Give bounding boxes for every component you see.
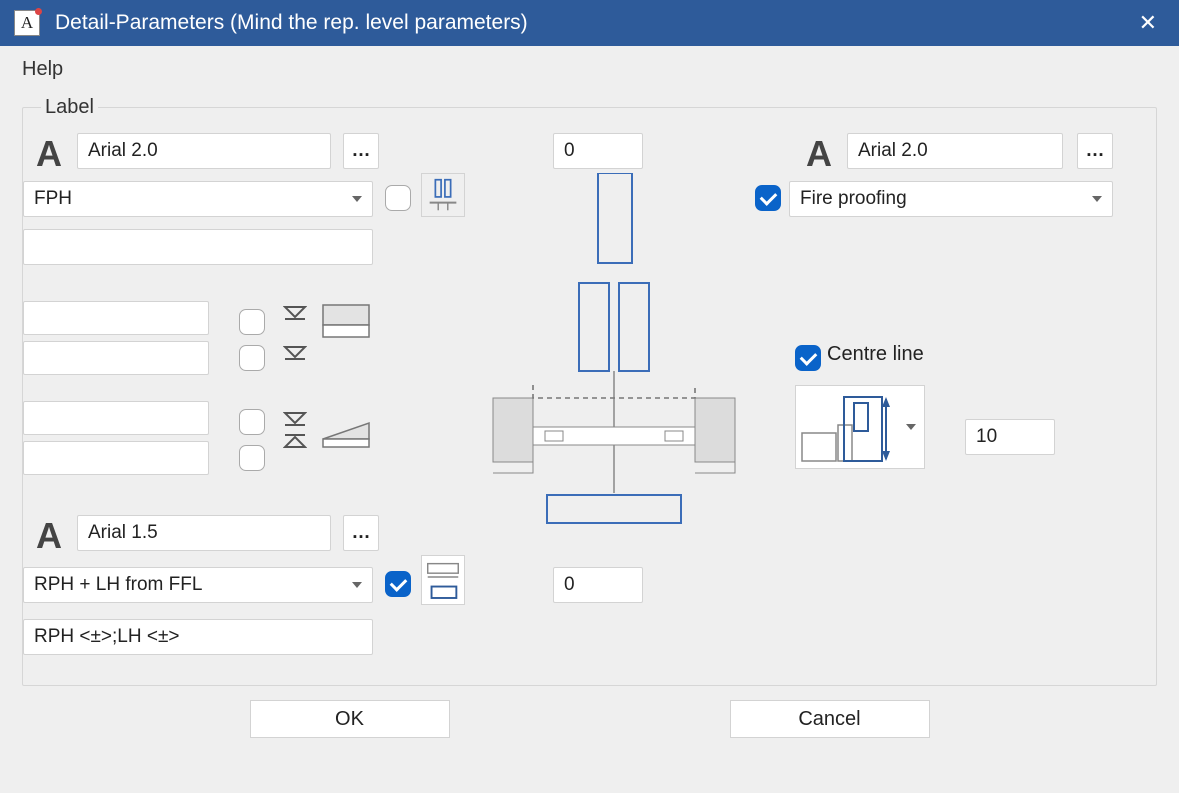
- font-icon-a-1: A: [29, 133, 69, 175]
- dropdown-fph[interactable]: FPH: [23, 181, 373, 217]
- font-input-1[interactable]: [77, 133, 331, 169]
- menu-bar: Help: [0, 46, 1179, 92]
- label-group: Label A … FPH: [22, 96, 1157, 686]
- center-diagram: [483, 173, 743, 593]
- font-picker-button-3[interactable]: …: [1077, 133, 1113, 169]
- checkbox-fireproofing[interactable]: [755, 185, 781, 211]
- triangle-icon-2: [283, 345, 307, 372]
- close-icon[interactable]: ✕: [1131, 6, 1165, 40]
- cancel-button[interactable]: Cancel: [730, 700, 930, 738]
- chevron-down-icon: [906, 424, 916, 430]
- ok-button[interactable]: OK: [250, 700, 450, 738]
- dropdown-fireproofing[interactable]: Fire proofing: [789, 181, 1113, 217]
- checkbox-row-1[interactable]: [239, 309, 265, 335]
- section-picker[interactable]: [795, 385, 925, 469]
- value-input-3[interactable]: [23, 401, 209, 435]
- font-picker-button-2[interactable]: …: [343, 515, 379, 551]
- value-input-1[interactable]: [23, 301, 209, 335]
- font-input-2[interactable]: [77, 515, 331, 551]
- centre-line-label: Centre line: [827, 343, 924, 366]
- center-top-value[interactable]: [553, 133, 643, 169]
- checkbox-row-2[interactable]: [239, 345, 265, 371]
- title-bar: A Detail-Parameters (Mind the rep. level…: [0, 0, 1179, 46]
- columns-icon[interactable]: [421, 173, 465, 217]
- font-picker-button-1[interactable]: …: [343, 133, 379, 169]
- font-input-3[interactable]: [847, 133, 1063, 169]
- value-input-2[interactable]: [23, 341, 209, 375]
- menu-help[interactable]: Help: [22, 58, 63, 81]
- font-icon-a-3: A: [799, 133, 839, 175]
- checkbox-fph[interactable]: [385, 185, 411, 211]
- section-picker-icon: [796, 387, 896, 467]
- format-input[interactable]: [23, 619, 373, 655]
- chevron-down-icon: [352, 582, 362, 588]
- chevron-down-icon: [1092, 196, 1102, 202]
- ramp-icon: [319, 413, 377, 456]
- value-input-4[interactable]: [23, 441, 209, 475]
- dropdown-fph-value: FPH: [34, 188, 72, 210]
- chevron-down-icon: [352, 196, 362, 202]
- plan-icon[interactable]: [421, 555, 465, 605]
- dropdown-fireproofing-value: Fire proofing: [800, 188, 907, 210]
- group-legend: Label: [41, 96, 98, 119]
- window-title: Detail-Parameters (Mind the rep. level p…: [55, 11, 1131, 35]
- checkbox-row-3[interactable]: [239, 409, 265, 435]
- triangle-icon-1: [283, 305, 307, 338]
- checkbox-rph[interactable]: [385, 571, 411, 597]
- note-input-1[interactable]: [23, 229, 373, 265]
- checkbox-centre-line[interactable]: [795, 345, 821, 371]
- centre-line-value[interactable]: [965, 419, 1055, 455]
- checkbox-row-4[interactable]: [239, 445, 265, 471]
- dropdown-rph[interactable]: RPH + LH from FFL: [23, 567, 373, 603]
- beam-icon-1: [319, 301, 373, 346]
- triangle-icon-3: [283, 411, 307, 456]
- app-icon: A: [14, 10, 40, 36]
- font-icon-a-2: A: [29, 515, 69, 557]
- dropdown-rph-value: RPH + LH from FFL: [34, 574, 202, 596]
